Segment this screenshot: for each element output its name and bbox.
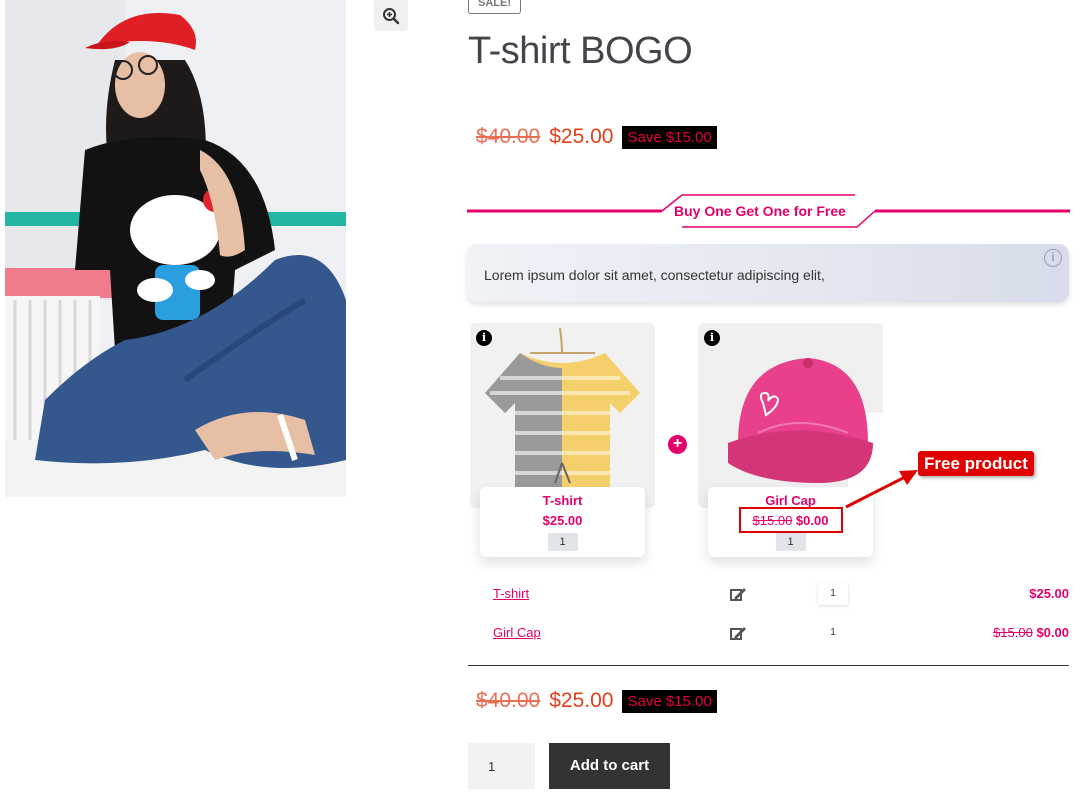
summary-regular-price: $15.00 [993,625,1033,640]
bogo-heading: Buy One Get One for Free [674,203,846,219]
info-icon[interactable]: i [1044,249,1062,267]
plus-icon: + [668,435,687,454]
edit-icon[interactable] [729,625,747,641]
total-regular-price: $40.00 [476,689,541,712]
card-info: T-shirt $25.00 1 [480,487,645,557]
description-text: Lorem ipsum dolor sit amet, consectetur … [484,267,825,283]
tshirt-image[interactable] [470,323,655,508]
divider [468,665,1069,666]
quantity-input[interactable] [468,743,535,789]
total-save-badge: Save $15.00 [622,689,717,713]
summary-sale-price: $0.00 [1036,625,1069,640]
summary-item-girl-cap[interactable]: Girl Cap [493,625,541,640]
summary-quantity[interactable]: 1 [818,583,848,605]
total-sale-price: $25.00 [549,689,614,712]
edit-icon[interactable] [729,586,747,602]
bogo-card-tshirt[interactable]: i T-shirt $25.00 1 [470,323,655,558]
highlight-box [739,507,843,533]
summary-price: $15.00 $0.00 [993,625,1069,640]
card-quantity: 1 [547,533,578,551]
free-product-label: Free product [918,451,1034,476]
arrow-icon [845,470,918,509]
zoom-icon [383,7,400,24]
summary-price: $25.00 [1029,586,1069,601]
regular-price: $40.00 [476,125,541,148]
product-image[interactable] [5,0,346,497]
sale-badge: SALE! [468,0,521,14]
summary-quantity: 1 [818,622,848,644]
card-quantity: 1 [775,533,806,551]
info-icon[interactable]: i [476,330,492,346]
add-to-cart-button[interactable]: Add to cart [549,743,670,789]
zoom-button[interactable] [374,0,408,31]
total-price: $40.00 $25.00 Save $15.00 [476,689,717,713]
product-title: T-shirt BOGO [468,30,693,72]
card-price: $25.00 [542,513,583,528]
info-icon[interactable]: i [704,330,720,346]
save-badge: Save $15.00 [622,125,717,149]
offer-description: Lorem ipsum dolor sit amet, consectetur … [467,244,1069,302]
card-title[interactable]: T-shirt [480,493,645,508]
product-price: $40.00 $25.00 Save $15.00 [476,125,717,149]
summary-item-tshirt[interactable]: T-shirt [493,586,529,601]
sale-price: $25.00 [549,125,614,148]
